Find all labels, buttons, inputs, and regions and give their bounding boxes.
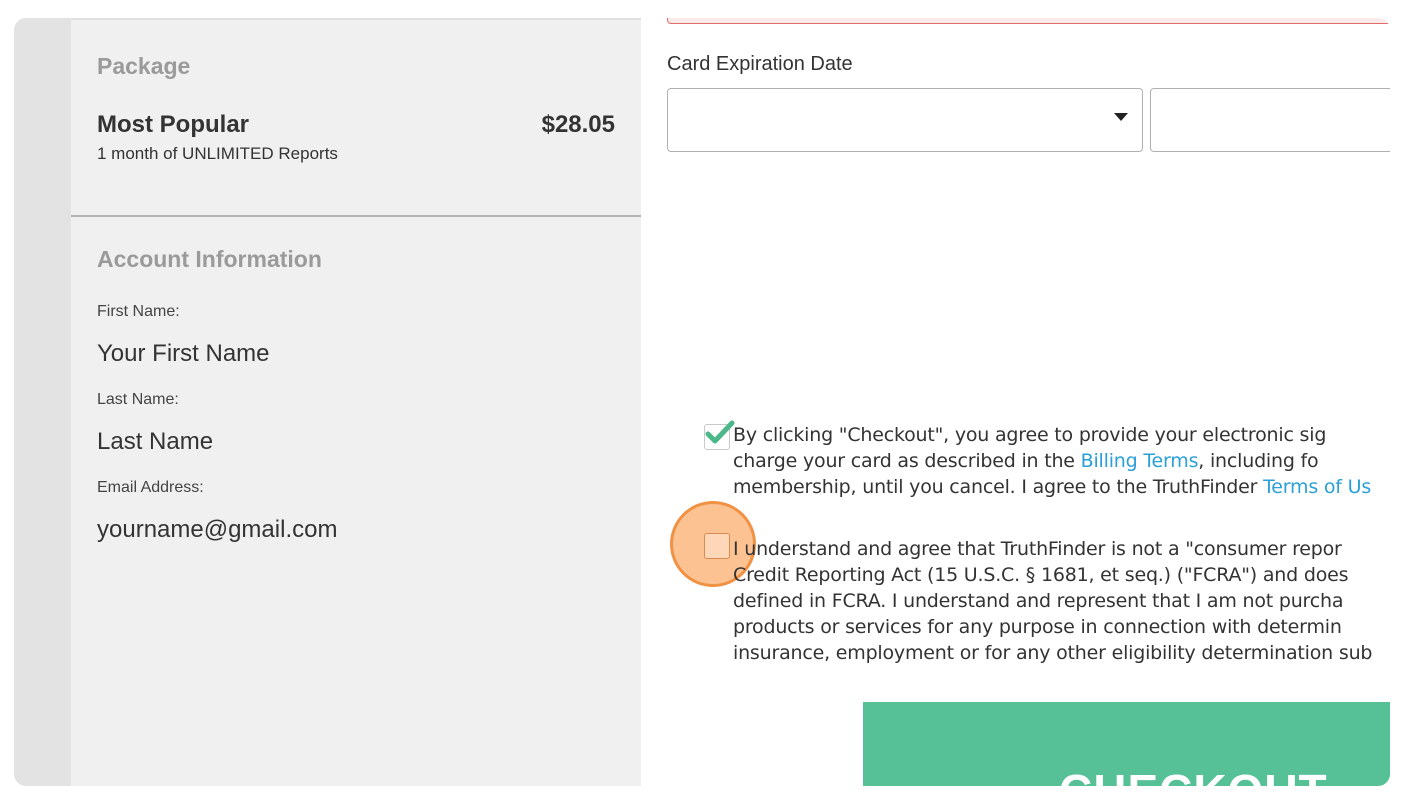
order-summary-sidebar: Package Most Popular $28.05 1 month of U… [71, 18, 641, 786]
fcra-line-2: Credit Reporting Act (15 U.S.C. § 1681, … [733, 564, 1349, 586]
email-label: Email Address: [97, 479, 204, 496]
agree-terms-line-2-start: charge your card as described in the [733, 450, 1081, 472]
fcra-line-3: defined in FCRA. I understand and repres… [733, 590, 1344, 612]
terms-of-use-link[interactable]: Terms of Us [1263, 476, 1371, 498]
first-name-value: Your First Name [97, 340, 270, 367]
agree-terms-line-3: membership, until you cancel. I agree to… [733, 474, 1390, 500]
package-heading: Package [97, 53, 191, 79]
payment-form: Card Expiration Date By clicking "Checko… [641, 18, 1390, 786]
agree-terms-line-1: By clicking "Checkout", you agree to pro… [733, 424, 1327, 446]
card-expiration-label: Card Expiration Date [667, 53, 853, 75]
last-name-value: Last Name [97, 428, 214, 455]
sidebar-divider [71, 215, 641, 217]
billing-terms-link[interactable]: Billing Terms [1081, 450, 1199, 472]
error-field-outline [667, 18, 1390, 24]
first-name-label: First Name: [97, 303, 180, 320]
checkmark-icon [705, 420, 735, 444]
agree-terms-line-2: charge your card as described in the Bil… [733, 448, 1390, 474]
email-value: yourname@gmail.com [97, 516, 338, 543]
agree-terms-line-3-start: membership, until you cancel. I agree to… [733, 476, 1264, 498]
expiration-month-select[interactable] [667, 88, 1143, 152]
left-gutter [14, 18, 71, 786]
agree-terms-checkbox[interactable] [704, 420, 735, 450]
fcra-line-1: I understand and agree that TruthFinder … [733, 538, 1342, 560]
package-description: 1 month of UNLIMITED Reports [97, 144, 338, 163]
package-price: $28.05 [541, 111, 615, 138]
package-name: Most Popular [97, 111, 250, 138]
account-info-heading: Account Information [97, 246, 322, 272]
fcra-line-5: insurance, employment or for any other e… [733, 642, 1373, 664]
agree-terms-text: By clicking "Checkout", you agree to pro… [733, 422, 1390, 500]
last-name-label: Last Name: [97, 391, 179, 408]
caret-down-icon [1114, 113, 1128, 121]
fcra-agree-text: I understand and agree that TruthFinder … [733, 536, 1390, 666]
agree-terms-line-2-end: , including fo [1198, 450, 1319, 472]
fcra-line-4: products or services for any purpose in … [733, 616, 1342, 638]
checkout-button[interactable]: CHECKOUT [863, 702, 1390, 786]
fcra-agree-checkbox[interactable] [704, 533, 730, 559]
checkout-window: Package Most Popular $28.05 1 month of U… [14, 18, 1390, 786]
expiration-year-select[interactable] [1150, 88, 1390, 152]
